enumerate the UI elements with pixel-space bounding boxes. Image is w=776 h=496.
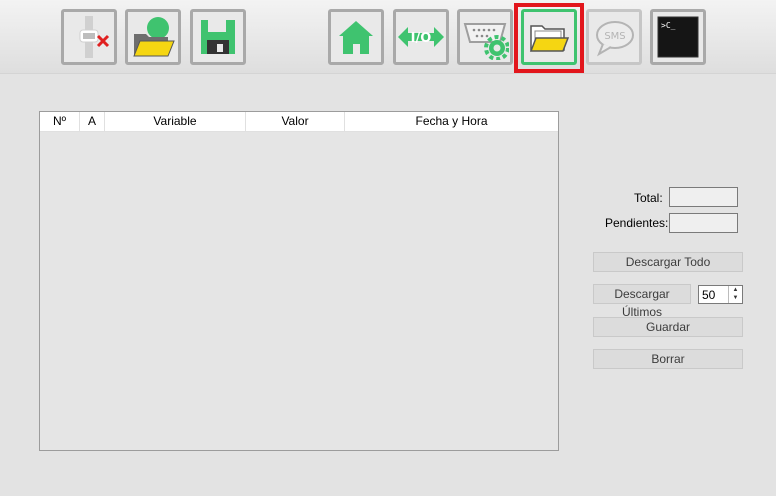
- toolbar: I/O SMS >C_: [0, 0, 776, 74]
- download-all-button[interactable]: Descargar Todo: [593, 252, 743, 272]
- stepper-arrows: ▲ ▼: [728, 286, 742, 303]
- home-button[interactable]: [328, 9, 384, 65]
- serial-settings-button[interactable]: [457, 9, 513, 65]
- terminal-button[interactable]: >C_: [650, 9, 706, 65]
- svg-text:SMS: SMS: [604, 31, 625, 42]
- terminal-icon: >C_: [657, 16, 699, 58]
- pending-field[interactable]: [669, 213, 738, 233]
- io-button[interactable]: I/O: [393, 9, 449, 65]
- serial-port-gear-icon: [463, 23, 509, 60]
- grid-header: Nº A Variable Valor Fecha y Hora: [40, 112, 558, 132]
- column-header-number[interactable]: Nº: [40, 112, 80, 131]
- column-header-variable[interactable]: Variable: [105, 112, 246, 131]
- total-field[interactable]: [669, 187, 738, 207]
- download-last-button[interactable]: Descargar Últimos: [593, 284, 691, 319]
- home-icon: [339, 21, 373, 54]
- floppy-disk-icon: [201, 20, 235, 54]
- open-profile-button[interactable]: [125, 9, 181, 65]
- last-count-stepper[interactable]: 50 ▲ ▼: [698, 285, 743, 304]
- io-arrows-icon: I/O: [398, 27, 444, 47]
- selection-highlight: [514, 3, 584, 73]
- disconnect-button[interactable]: [61, 9, 117, 65]
- column-header-fecha-hora[interactable]: Fecha y Hora: [345, 112, 558, 131]
- last-count-value: 50: [702, 288, 716, 302]
- delete-button[interactable]: Borrar: [593, 349, 743, 369]
- column-header-a[interactable]: A: [80, 112, 105, 131]
- total-label: Total:: [634, 191, 663, 205]
- save-button[interactable]: [190, 9, 246, 65]
- plug-disconnect-icon: [79, 16, 110, 58]
- stepper-down-icon[interactable]: ▼: [729, 294, 742, 302]
- sms-button[interactable]: SMS: [586, 9, 642, 65]
- datalog-grid[interactable]: Nº A Variable Valor Fecha y Hora: [39, 111, 559, 451]
- save-data-button[interactable]: Guardar: [593, 317, 743, 337]
- pending-label: Pendientes:: [605, 216, 669, 230]
- sms-bubble-icon: SMS: [596, 21, 634, 57]
- svg-text:I/O: I/O: [411, 31, 432, 46]
- column-header-valor[interactable]: Valor: [246, 112, 345, 131]
- folder-user-icon: [133, 17, 175, 57]
- svg-text:>C_: >C_: [661, 21, 676, 30]
- stepper-up-icon[interactable]: ▲: [729, 286, 742, 294]
